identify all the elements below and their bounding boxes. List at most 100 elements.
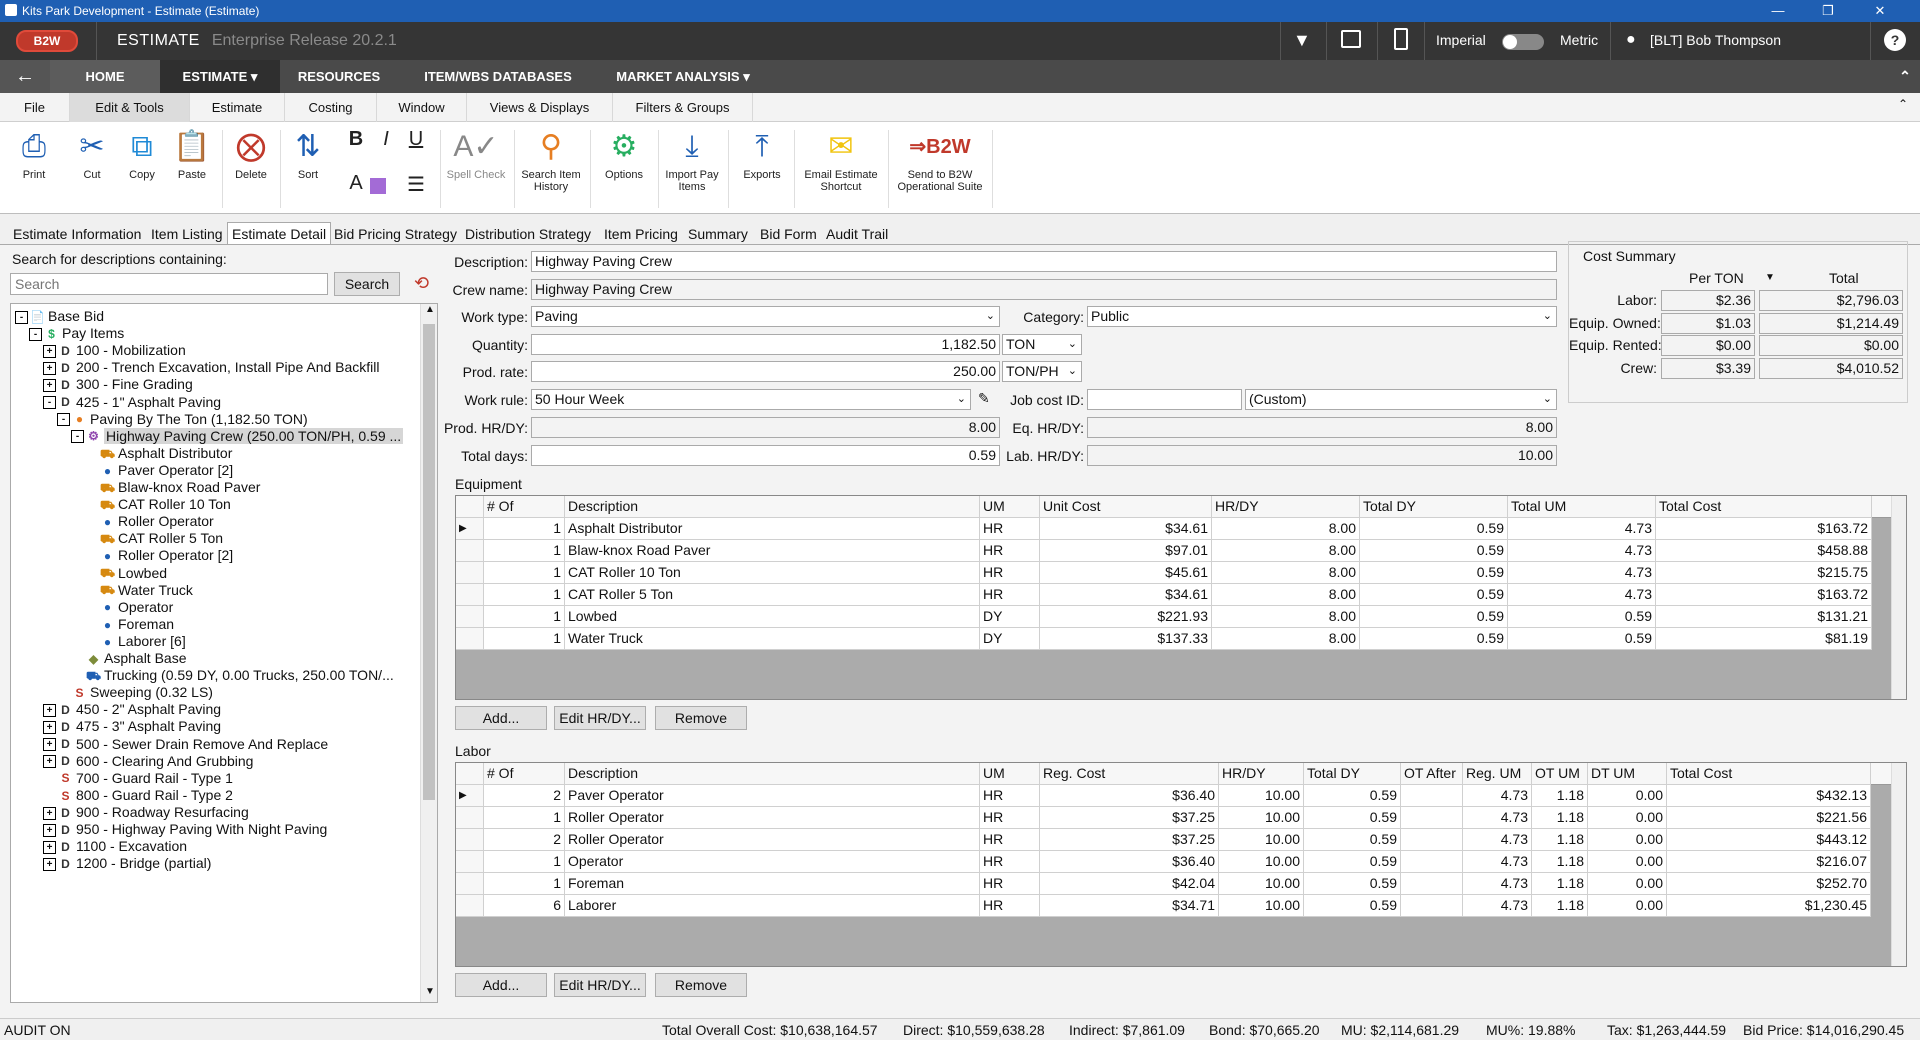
equipment-row[interactable]: 1 CAT Roller 5 Ton HR $34.61 8.00 0.59 4.73 $16…	[456, 584, 1872, 606]
labor-row[interactable]: 2 Roller Operator HR $37.25 10.00 0.59 4.73 1.1…	[456, 829, 1871, 851]
row-selector[interactable]	[456, 628, 484, 650]
labor-remove-button[interactable]: Remove	[655, 973, 747, 997]
nav-estimate[interactable]: ESTIMATE ▾	[160, 60, 280, 93]
equipment-cell[interactable]: 1	[484, 628, 565, 650]
labor-cell[interactable]: HR	[980, 895, 1040, 917]
equipment-grid-scrollbar[interactable]	[1891, 496, 1906, 699]
labor-cell[interactable]: 0.00	[1588, 807, 1667, 829]
equipment-remove-button[interactable]: Remove	[655, 706, 747, 730]
tab-bid-form[interactable]: Bid Form	[755, 222, 822, 244]
labor-row[interactable]: 6 Laborer HR $34.71 10.00 0.59 4.73 1.18 0.00 $1,…	[456, 895, 1871, 917]
equipment-cell[interactable]: DY	[980, 606, 1040, 628]
user-name[interactable]: [BLT] Bob Thompson	[1650, 32, 1781, 48]
labor-cell[interactable]: $36.40	[1040, 851, 1219, 873]
job-cost-id-field[interactable]	[1087, 389, 1242, 410]
equipment-cell[interactable]: HR	[980, 518, 1040, 540]
ribbon-tab-file[interactable]: File	[0, 93, 70, 122]
scroll-thumb[interactable]	[423, 324, 435, 800]
labor-cell[interactable]: 10.00	[1219, 829, 1304, 851]
equipment-column-header[interactable]: Total Cost	[1656, 496, 1872, 518]
description-field[interactable]: Highway Paving Crew	[531, 251, 1557, 272]
prod-rate-um-select[interactable]: TON/PH ⌄	[1002, 361, 1082, 382]
labor-cell[interactable]: HR	[980, 785, 1040, 807]
expand-icon[interactable]: +	[43, 344, 56, 358]
equipment-cell[interactable]: 1	[484, 584, 565, 606]
equipment-row[interactable]: ▶ 1 Asphalt Distributor HR $34.61 8.00 0.59 4.7…	[456, 518, 1872, 540]
expand-icon[interactable]: +	[43, 755, 56, 769]
labor-column-header[interactable]: OT UM	[1532, 763, 1588, 785]
filter-icon[interactable]: ▼	[1293, 30, 1311, 51]
row-selector[interactable]	[456, 851, 484, 873]
labor-cell[interactable]: 10.00	[1219, 895, 1304, 917]
labor-cell[interactable]: 1	[484, 851, 565, 873]
labor-cell[interactable]: 1.18	[1532, 785, 1588, 807]
row-selector[interactable]	[456, 562, 484, 584]
cost-per-unit-value[interactable]: $3.39	[1661, 357, 1755, 379]
tab-estimate-information[interactable]: Estimate Information	[8, 222, 146, 244]
equipment-add-button[interactable]: Add...	[455, 706, 547, 730]
equipment-cell[interactable]: 0.59	[1360, 518, 1508, 540]
nav-home[interactable]: HOME	[50, 60, 160, 93]
labor-cell[interactable]: 0.59	[1304, 785, 1401, 807]
ribbon-tab-filters[interactable]: Filters & Groups	[613, 93, 753, 122]
equipment-cell[interactable]: 1	[484, 562, 565, 584]
equipment-cell[interactable]: $97.01	[1040, 540, 1212, 562]
equipment-column-header[interactable]: # Of	[484, 496, 565, 518]
collapse-nav-icon[interactable]: ⌃	[1890, 60, 1920, 93]
search-item-history-button[interactable]: ⚲ Search Item History	[518, 128, 584, 193]
labor-cell[interactable]: 1.18	[1532, 807, 1588, 829]
equipment-cell[interactable]: Lowbed	[565, 606, 980, 628]
print-button[interactable]: ⎙ Print	[10, 128, 58, 181]
equipment-row[interactable]: 1 Blaw-knox Road Paver HR $97.01 8.00 0.59 4.7…	[456, 540, 1872, 562]
tab-audit-trail[interactable]: Audit Trail	[821, 222, 893, 244]
prod-hr-dy-field[interactable]: 8.00	[531, 417, 1000, 438]
equipment-column-header[interactable]: UM	[980, 496, 1040, 518]
tab-distribution-strategy[interactable]: Distribution Strategy	[460, 222, 596, 244]
equipment-cell[interactable]: 8.00	[1212, 606, 1360, 628]
row-selector[interactable]	[456, 584, 484, 606]
cost-total-value[interactable]: $1,214.49	[1759, 312, 1903, 334]
tab-item-pricing[interactable]: Item Pricing	[599, 222, 683, 244]
equipment-cell[interactable]: $45.61	[1040, 562, 1212, 584]
labor-cell[interactable]: 0.59	[1304, 851, 1401, 873]
cost-total-value[interactable]: $0.00	[1759, 335, 1903, 356]
labor-cell[interactable]: 0.00	[1588, 829, 1667, 851]
labor-cell[interactable]: 10.00	[1219, 807, 1304, 829]
exports-button[interactable]: ⤒ Exports	[732, 128, 792, 181]
expand-icon[interactable]: +	[43, 806, 56, 820]
equipment-cell[interactable]: 0.59	[1360, 540, 1508, 562]
prod-rate-field[interactable]: 250.00	[531, 361, 1000, 382]
tree-scrollbar[interactable]: ▲ ▼	[420, 304, 437, 1002]
labor-cell[interactable]: $1,230.45	[1667, 895, 1871, 917]
labor-column-header[interactable]: HR/DY	[1219, 763, 1304, 785]
highlight-color-button[interactable]	[370, 178, 386, 194]
equipment-cell[interactable]: 0.59	[1360, 562, 1508, 584]
labor-cell[interactable]: $432.13	[1667, 785, 1871, 807]
equipment-cell[interactable]: 1	[484, 606, 565, 628]
back-arrow-icon[interactable]: ←	[0, 60, 50, 93]
expand-icon[interactable]: +	[43, 362, 56, 376]
labor-cell[interactable]: 10.00	[1219, 785, 1304, 807]
labor-cell[interactable]: HR	[980, 851, 1040, 873]
category-select[interactable]: Public ⌄	[1087, 306, 1557, 327]
tree-node[interactable]: + D 1200 - Bridge (partial)	[43, 853, 211, 874]
spell-check-button[interactable]: A✓ Spell Check	[444, 128, 508, 181]
equipment-cell[interactable]: $221.93	[1040, 606, 1212, 628]
equipment-cell[interactable]: 8.00	[1212, 518, 1360, 540]
labor-cell[interactable]: HR	[980, 873, 1040, 895]
equipment-cell[interactable]: $458.88	[1656, 540, 1872, 562]
labor-cell[interactable]: 10.00	[1219, 873, 1304, 895]
tab-item-listing[interactable]: Item Listing	[146, 222, 228, 244]
equipment-row[interactable]: 1 CAT Roller 10 Ton HR $45.61 8.00 0.59 4.73 $2…	[456, 562, 1872, 584]
labor-cell[interactable]: 2	[484, 785, 565, 807]
labor-row[interactable]: 1 Operator HR $36.40 10.00 0.59 4.73 1.18 0.00 $2…	[456, 851, 1871, 873]
list-icon[interactable]: ☰	[404, 172, 428, 197]
crew-name-field[interactable]: Highway Paving Crew	[531, 279, 1557, 300]
equipment-cell[interactable]: Asphalt Distributor	[565, 518, 980, 540]
labor-column-header[interactable]: Description	[565, 763, 980, 785]
cost-total-value[interactable]: $4,010.52	[1759, 357, 1903, 379]
cost-per-unit-value[interactable]: $0.00	[1661, 335, 1755, 356]
labor-cell[interactable]	[1401, 785, 1463, 807]
equipment-cell[interactable]: HR	[980, 584, 1040, 606]
labor-add-button[interactable]: Add...	[455, 973, 547, 997]
